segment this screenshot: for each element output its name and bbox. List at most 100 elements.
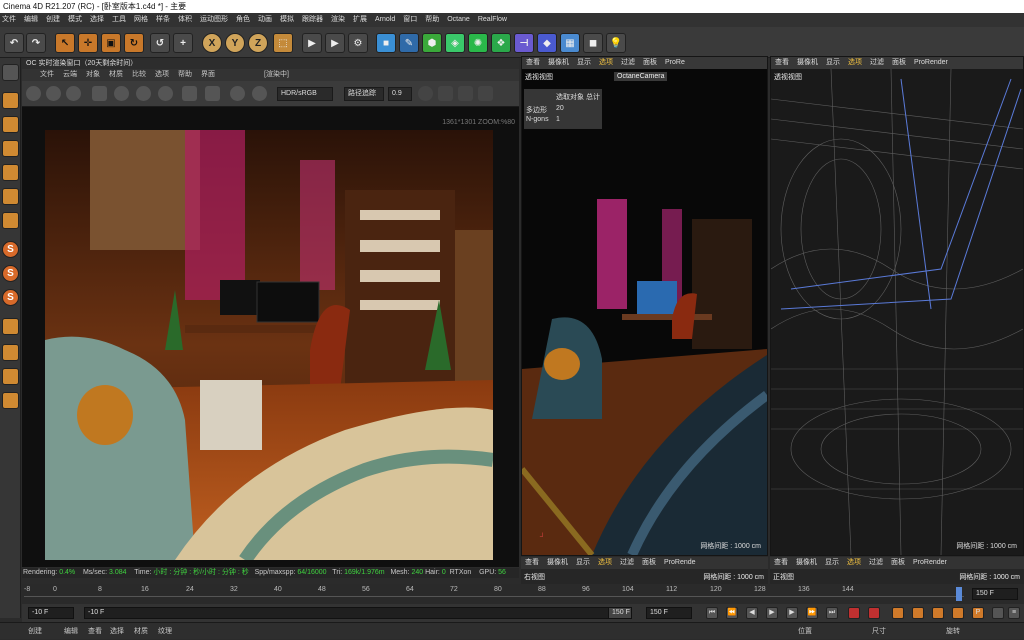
vp-menu-item[interactable]: ProRender xyxy=(913,557,947,569)
compare-icon[interactable] xyxy=(478,86,493,101)
vp-menu-item[interactable]: 摄像机 xyxy=(797,57,818,69)
field-icon[interactable]: ◆ xyxy=(537,33,557,53)
make-editable-icon[interactable] xyxy=(2,64,19,81)
redo-icon[interactable]: ↷ xyxy=(26,33,46,53)
scale-icon[interactable]: ▣ xyxy=(101,33,121,53)
pen-icon[interactable]: ✎ xyxy=(399,33,419,53)
snapshot-icon[interactable] xyxy=(458,86,473,101)
vp-menu-item[interactable]: 面板 xyxy=(642,557,656,569)
vp-menu-item[interactable]: 显示 xyxy=(825,557,839,569)
vp-menu-item[interactable]: 选项 xyxy=(848,57,862,69)
locked-workplane-icon[interactable] xyxy=(2,392,19,409)
octane-menu-item[interactable]: 文件 xyxy=(40,69,54,81)
playhead-marker[interactable] xyxy=(956,587,962,601)
vp-menu-item[interactable]: 过滤 xyxy=(869,557,883,569)
vp-menu-item[interactable]: 摄像机 xyxy=(547,557,568,569)
next-key-icon[interactable]: ⏩ xyxy=(806,607,818,619)
points-mode-icon[interactable] xyxy=(2,140,19,157)
select-arrow-icon[interactable]: ↖ xyxy=(55,33,75,53)
material-menu-item[interactable]: 纹理 xyxy=(158,623,172,640)
right-view-viewport[interactable]: 查看 摄像机 显示 选项 过滤 面板 ProRende 右视图 网格间距 : 1… xyxy=(521,557,768,584)
color-space-select[interactable]: HDR/sRGB xyxy=(277,87,333,101)
material-menu-item[interactable]: 查看 xyxy=(88,623,102,640)
vp-menu-item[interactable]: 选项 xyxy=(847,557,861,569)
menu-item[interactable]: RealFlow xyxy=(478,13,507,27)
render-picture-viewer-icon[interactable]: ▶ xyxy=(325,33,345,53)
render-settings-icon[interactable]: ⚙ xyxy=(348,33,368,53)
prev-key-icon[interactable]: ⏪ xyxy=(726,607,738,619)
vp-menu-item[interactable]: 显示 xyxy=(577,57,591,69)
menu-item[interactable]: Arnold xyxy=(375,13,395,27)
quantize-icon[interactable]: S xyxy=(2,289,19,306)
vp-menu-item[interactable]: 选项 xyxy=(598,557,612,569)
vp-menu-item[interactable]: 过滤 xyxy=(620,557,634,569)
key-position-icon[interactable] xyxy=(912,607,924,619)
key-scale-icon[interactable] xyxy=(932,607,944,619)
next-frame-icon[interactable]: ▶ xyxy=(786,607,798,619)
key-pla-icon[interactable] xyxy=(992,607,1004,619)
vp-menu-item[interactable]: 面板 xyxy=(891,557,905,569)
settings-gear-icon[interactable] xyxy=(114,86,129,101)
menu-item[interactable]: 编辑 xyxy=(24,13,38,27)
key-selection-icon[interactable] xyxy=(892,607,904,619)
add-icon[interactable]: + xyxy=(173,33,193,53)
vp-menu-item[interactable]: 查看 xyxy=(526,57,540,69)
menu-item[interactable]: 文件 xyxy=(2,13,16,27)
record-key-icon[interactable] xyxy=(848,607,860,619)
workplane-icon[interactable] xyxy=(2,318,19,335)
menu-item[interactable]: 动画 xyxy=(258,13,272,27)
region-render-icon[interactable] xyxy=(92,86,107,101)
key-rotation-icon[interactable] xyxy=(952,607,964,619)
material-menu-item[interactable]: 编辑 xyxy=(64,623,78,640)
prev-frame-icon[interactable]: ◀ xyxy=(746,607,758,619)
octane-menu-item[interactable]: 界面 xyxy=(201,69,215,81)
menu-item[interactable]: 样条 xyxy=(156,13,170,27)
vp-menu-item[interactable]: 过滤 xyxy=(870,57,884,69)
timeline-menu-icon[interactable]: ≡ xyxy=(1008,607,1020,619)
deformer-icon[interactable]: ⊣ xyxy=(514,33,534,53)
vp-menu-item[interactable]: 面板 xyxy=(892,57,906,69)
polygons-mode-icon[interactable] xyxy=(2,188,19,205)
menu-item[interactable]: 模拟 xyxy=(280,13,294,27)
pick-material-icon[interactable] xyxy=(182,86,197,101)
start-frame-field[interactable]: -10 F xyxy=(28,607,74,619)
menu-item[interactable]: Octane xyxy=(447,13,470,27)
generator-icon[interactable]: ◈ xyxy=(445,33,465,53)
vp-menu-item[interactable]: 过滤 xyxy=(621,57,635,69)
menu-item[interactable]: 角色 xyxy=(236,13,250,27)
vp-menu-item[interactable]: ProRender xyxy=(914,57,948,69)
menu-item[interactable]: 帮助 xyxy=(425,13,439,27)
timeline-ruler[interactable]: -8 0 8 16 24 32 40 48 56 64 72 80 88 96 … xyxy=(22,584,1024,604)
vp-menu-item[interactable]: 查看 xyxy=(525,557,539,569)
menu-item[interactable]: 创建 xyxy=(46,13,60,27)
menu-item[interactable]: 渲染 xyxy=(331,13,345,27)
octane-menu-item[interactable]: 选项 xyxy=(155,69,169,81)
end-frame-field[interactable]: 150 F xyxy=(646,607,692,619)
render-view-icon[interactable]: ▶ xyxy=(302,33,322,53)
wireframe-viewport[interactable]: 查看 摄像机 显示 选项 过滤 面板 ProRender 透视视图 网格间距 :… xyxy=(770,56,1024,556)
toggle-icon[interactable] xyxy=(418,86,433,101)
menu-item[interactable]: 窗口 xyxy=(403,13,417,27)
octane-menu-item[interactable]: 帮助 xyxy=(178,69,192,81)
axis-x-button[interactable]: X xyxy=(202,33,222,53)
pick-focus-icon[interactable] xyxy=(205,86,220,101)
axis-mode-icon[interactable] xyxy=(2,212,19,229)
autokey-icon[interactable] xyxy=(868,607,880,619)
exposure-field[interactable]: 0.9 xyxy=(388,87,412,101)
octane-menu-item[interactable]: 材质 xyxy=(109,69,123,81)
menu-item[interactable]: 运动图形 xyxy=(200,13,228,27)
menu-item[interactable]: 网格 xyxy=(134,13,148,27)
perspective-viewport[interactable]: 查看 摄像机 显示 选项 过滤 面板 ProRe 透视视图 OctaneCame… xyxy=(521,56,768,556)
preview-range-end[interactable]: 150 F xyxy=(608,607,632,619)
menu-item[interactable]: 选择 xyxy=(90,13,104,27)
vp-menu-item[interactable]: 显示 xyxy=(826,57,840,69)
axis-y-button[interactable]: Y xyxy=(225,33,245,53)
goto-end-icon[interactable]: ⏭ xyxy=(826,607,838,619)
material-menu-item[interactable]: 材质 xyxy=(134,623,148,640)
floor-icon[interactable]: ▦ xyxy=(560,33,580,53)
material-ball-icon[interactable] xyxy=(158,86,173,101)
key-param-icon[interactable]: P xyxy=(972,607,984,619)
undo-icon[interactable]: ↶ xyxy=(4,33,24,53)
texture-mode-icon[interactable] xyxy=(2,116,19,133)
axis-z-button[interactable]: Z xyxy=(248,33,268,53)
